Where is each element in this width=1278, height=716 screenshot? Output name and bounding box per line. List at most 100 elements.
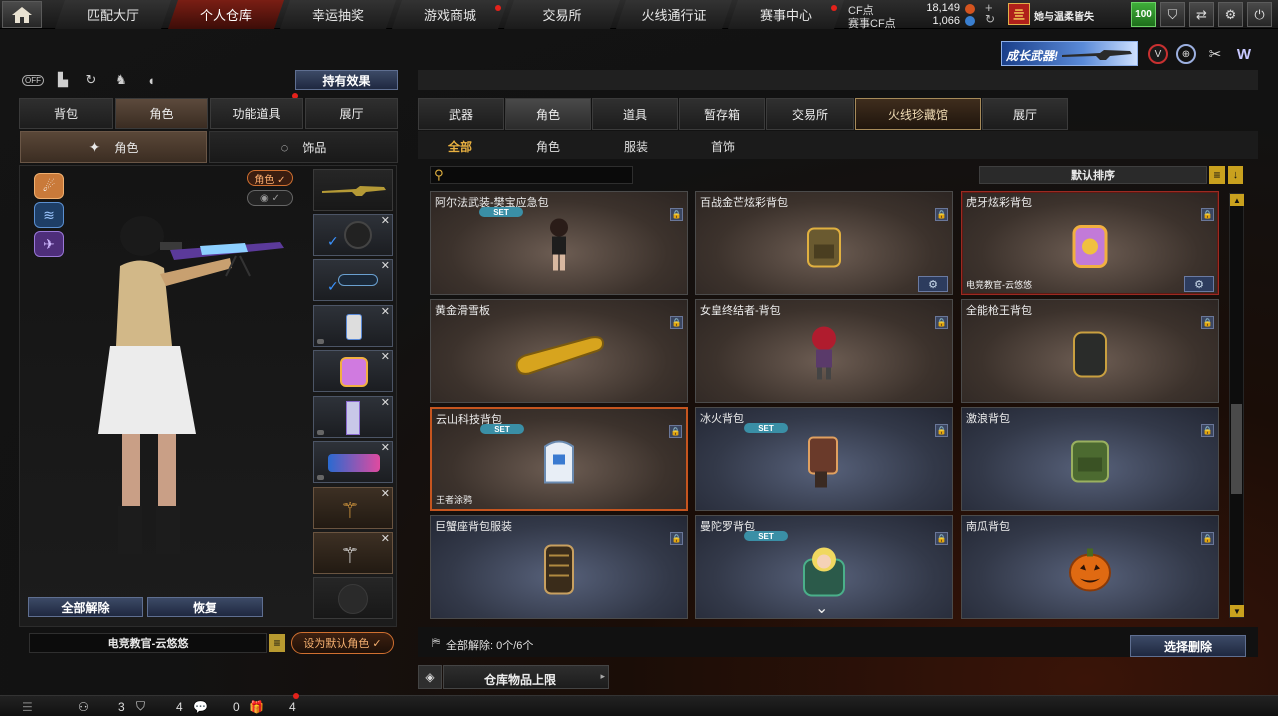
- lock-icon[interactable]: 🔒: [1201, 532, 1214, 545]
- scroll-down-icon[interactable]: ▼: [1230, 605, 1244, 617]
- slot-headgear[interactable]: ✕ ✓: [313, 214, 393, 256]
- lock-icon[interactable]: 🔒: [670, 208, 683, 221]
- tab-exchange[interactable]: 交易所: [504, 0, 620, 29]
- tab-lucky-draw[interactable]: 幸运抽奖: [280, 0, 396, 29]
- role-toggle[interactable]: 角色 ✓: [247, 170, 293, 186]
- tab-game-mall[interactable]: 游戏商城: [392, 0, 508, 29]
- rank-badge-icon[interactable]: 亖: [1008, 3, 1030, 25]
- refresh-icon[interactable]: ↻: [985, 12, 995, 26]
- tab-battle-pass[interactable]: 火线通行证: [616, 0, 732, 29]
- restore-button[interactable]: 恢复: [147, 597, 263, 617]
- growth-weapon-banner[interactable]: 成长武器!: [1001, 41, 1138, 66]
- clan-shield-icon[interactable]: ⛉: [136, 696, 145, 716]
- character-preview[interactable]: ☄ ≋ ✈ 角色 ✓ ◉ ✓ ✕ ✓ ✕ ✓ ✕ ✕ ✕ ✕ ✕ ⚚ ✕ ⚚: [19, 165, 397, 627]
- slot-radio[interactable]: ✕: [313, 305, 393, 347]
- lock-icon[interactable]: 🔒: [935, 532, 948, 545]
- right-tab-role[interactable]: 角色: [505, 98, 591, 130]
- item-card[interactable]: 女皇终结者-背包 🔒: [695, 299, 953, 403]
- remove-icon[interactable]: ✕: [381, 442, 390, 454]
- home-button[interactable]: [2, 1, 42, 28]
- item-card[interactable]: 阿尔法武装-樊宝应急包 SET 🔒: [430, 191, 688, 295]
- friends-icon[interactable]: ⚇: [78, 696, 89, 716]
- filter-all[interactable]: 全部: [448, 138, 472, 155]
- right-tab-showroom[interactable]: 展厅: [982, 98, 1068, 130]
- search-input[interactable]: [451, 168, 629, 182]
- player-name[interactable]: 她与温柔皆失: [1034, 8, 1094, 23]
- switch-button[interactable]: ⇄: [1189, 2, 1214, 27]
- remove-icon[interactable]: ✕: [381, 306, 390, 318]
- item-settings-gear-icon[interactable]: ⚙: [1184, 276, 1214, 292]
- ranking-icon[interactable]: ▙: [52, 69, 74, 91]
- right-tab-weapons[interactable]: 武器: [418, 98, 504, 130]
- slot-case[interactable]: ✕: [313, 441, 393, 483]
- hide-toggle[interactable]: ◉ ✓: [247, 190, 293, 206]
- shield-button[interactable]: ⛉: [1160, 2, 1185, 27]
- scrollbar-track[interactable]: [1229, 193, 1244, 618]
- tab-event-center[interactable]: 赛事中心: [728, 0, 844, 29]
- menu-icon[interactable]: ≡: [269, 634, 285, 652]
- left-tab-showroom[interactable]: 展厅: [305, 98, 398, 129]
- lock-icon[interactable]: 🔒: [1201, 208, 1214, 221]
- power-button[interactable]: ⏻: [1247, 2, 1272, 27]
- scrollbar-thumb[interactable]: [1231, 404, 1242, 494]
- remove-icon[interactable]: ✕: [381, 397, 390, 409]
- item-card[interactable]: 激浪背包 🔒: [961, 407, 1219, 511]
- subtab-role[interactable]: ✦ 角色: [20, 131, 207, 163]
- lock-icon[interactable]: 🔒: [670, 316, 683, 329]
- remove-icon[interactable]: ✕: [381, 215, 390, 227]
- item-card[interactable]: 全能枪王背包 🔒: [961, 299, 1219, 403]
- level-badge[interactable]: 100: [1131, 2, 1156, 27]
- slot-empty[interactable]: [313, 577, 393, 619]
- tab-match-hall[interactable]: 匹配大厅: [55, 0, 171, 29]
- pose-icon[interactable]: ♞: [110, 69, 132, 91]
- filter-role[interactable]: 角色: [536, 138, 560, 155]
- category-outfit-icon[interactable]: ≋: [34, 202, 64, 228]
- rotate-icon[interactable]: ↻: [80, 69, 102, 91]
- remove-icon[interactable]: ✕: [381, 488, 390, 500]
- slot-weapon[interactable]: [313, 169, 393, 211]
- slot-bullet-silver[interactable]: ✕ ⚚: [313, 532, 393, 574]
- left-tab-functional-items[interactable]: 功能道具: [210, 98, 303, 129]
- unequip-all-button[interactable]: 全部解除: [28, 597, 143, 617]
- left-tab-backpack[interactable]: 背包: [19, 98, 113, 129]
- list-icon[interactable]: ☰: [22, 696, 33, 716]
- scroll-up-icon[interactable]: ▲: [1230, 194, 1244, 206]
- item-card[interactable]: 云山科技背包 SET 🔒 王者涂鸦: [430, 407, 688, 511]
- lock-icon[interactable]: 🔒: [935, 316, 948, 329]
- remove-icon[interactable]: ✕: [381, 351, 390, 363]
- remove-icon[interactable]: ✕: [381, 533, 390, 545]
- tab-personal-storage[interactable]: 个人仓库: [168, 0, 284, 29]
- tools-icon[interactable]: ✂: [1205, 44, 1225, 64]
- list-view-icon[interactable]: ≡: [1209, 166, 1225, 184]
- remove-icon[interactable]: ✕: [381, 260, 390, 272]
- slot-device[interactable]: ✕: [313, 396, 393, 438]
- filter-outfit[interactable]: 服装: [624, 138, 648, 155]
- left-tab-role[interactable]: 角色: [115, 98, 208, 129]
- lock-icon[interactable]: 🔒: [670, 532, 683, 545]
- gift-icon[interactable]: 🎁: [249, 696, 264, 716]
- select-delete-button[interactable]: 选择删除: [1130, 635, 1246, 657]
- right-tab-collection[interactable]: 火线珍藏馆: [855, 98, 981, 130]
- lock-icon[interactable]: 🔒: [1201, 316, 1214, 329]
- storage-limit-button[interactable]: 仓库物品上限 ▸: [443, 665, 609, 689]
- search-box[interactable]: ⚲: [430, 166, 633, 184]
- item-card[interactable]: 冰火背包 SET 🔒: [695, 407, 953, 511]
- item-card[interactable]: 黄金滑雪板 🔒: [430, 299, 688, 403]
- settings-button[interactable]: ⚙: [1218, 2, 1243, 27]
- w-logo-icon[interactable]: W: [1234, 44, 1254, 64]
- lock-icon[interactable]: 🔒: [935, 208, 948, 221]
- slot-bullet-gold[interactable]: ✕ ⚚: [313, 487, 393, 529]
- off-toggle[interactable]: OFF: [22, 69, 44, 91]
- more-chevron-down-icon[interactable]: ⌄: [815, 598, 828, 618]
- chat-icon[interactable]: 💬: [193, 696, 208, 716]
- crosshair-icon[interactable]: ⊕: [1176, 44, 1196, 64]
- item-settings-gear-icon[interactable]: ⚙: [918, 276, 948, 292]
- right-tab-exchange[interactable]: 交易所: [766, 98, 854, 130]
- effects-button[interactable]: 持有效果: [295, 70, 398, 90]
- item-card[interactable]: 南瓜背包 🔒: [961, 515, 1219, 619]
- category-role-icon[interactable]: ☄: [34, 173, 64, 199]
- lock-icon[interactable]: 🔒: [1201, 424, 1214, 437]
- slot-backpack[interactable]: ✕: [313, 350, 393, 392]
- subtab-accessory[interactable]: ◌ 饰品: [209, 131, 398, 163]
- right-tab-items[interactable]: 道具: [592, 98, 678, 130]
